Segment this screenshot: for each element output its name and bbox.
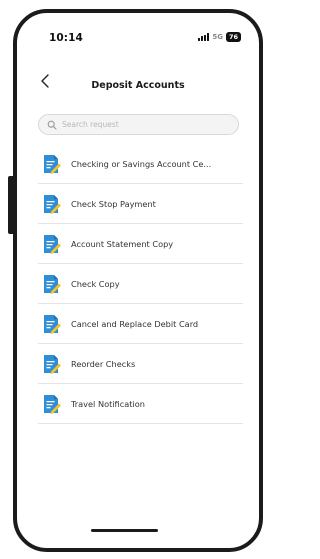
list-item-label: Check Stop Payment (71, 198, 156, 209)
status-indicators: 5G 76 (198, 32, 241, 42)
page-header: Deposit Accounts (17, 69, 259, 99)
document-edit-icon (44, 234, 61, 254)
list-item[interactable]: Account Statement Copy (38, 224, 243, 264)
status-bar: 10:14 5G 76 (17, 13, 259, 53)
network-label: 5G (212, 33, 223, 41)
list-item-label: Check Copy (71, 278, 120, 289)
list-item[interactable]: Cancel and Replace Debit Card (38, 304, 243, 344)
list-item[interactable]: Travel Notification (38, 384, 243, 424)
page-title: Deposit Accounts (91, 80, 185, 91)
document-edit-icon (44, 354, 61, 374)
list-item-label: Cancel and Replace Debit Card (71, 318, 199, 329)
document-edit-icon (44, 314, 61, 334)
list-item[interactable]: Check Stop Payment (38, 184, 243, 224)
document-edit-icon (44, 274, 61, 294)
signal-icon (198, 33, 210, 41)
list-item-label: Checking or Savings Account Ce... (71, 158, 212, 169)
battery-icon: 76 (225, 32, 241, 42)
status-time: 10:14 (49, 32, 83, 44)
home-indicator (91, 529, 158, 532)
list-item-label: Account Statement Copy (71, 238, 174, 249)
document-edit-icon (44, 154, 61, 174)
list-item[interactable]: Reorder Checks (38, 344, 243, 384)
search-icon (47, 120, 57, 130)
list-item[interactable]: Checking or Savings Account Ce... (38, 144, 243, 184)
phone-screen: 10:14 5G 76 Deposit Accounts Search requ… (13, 9, 263, 552)
list-item-label: Travel Notification (71, 398, 145, 409)
document-edit-icon (44, 394, 61, 414)
list-item-label: Reorder Checks (71, 358, 136, 369)
request-list: Checking or Savings Account Ce... Check … (38, 144, 243, 424)
list-item[interactable]: Check Copy (38, 264, 243, 304)
document-edit-icon (44, 194, 61, 214)
search-input[interactable] (62, 120, 222, 129)
search-bar[interactable] (38, 114, 239, 135)
